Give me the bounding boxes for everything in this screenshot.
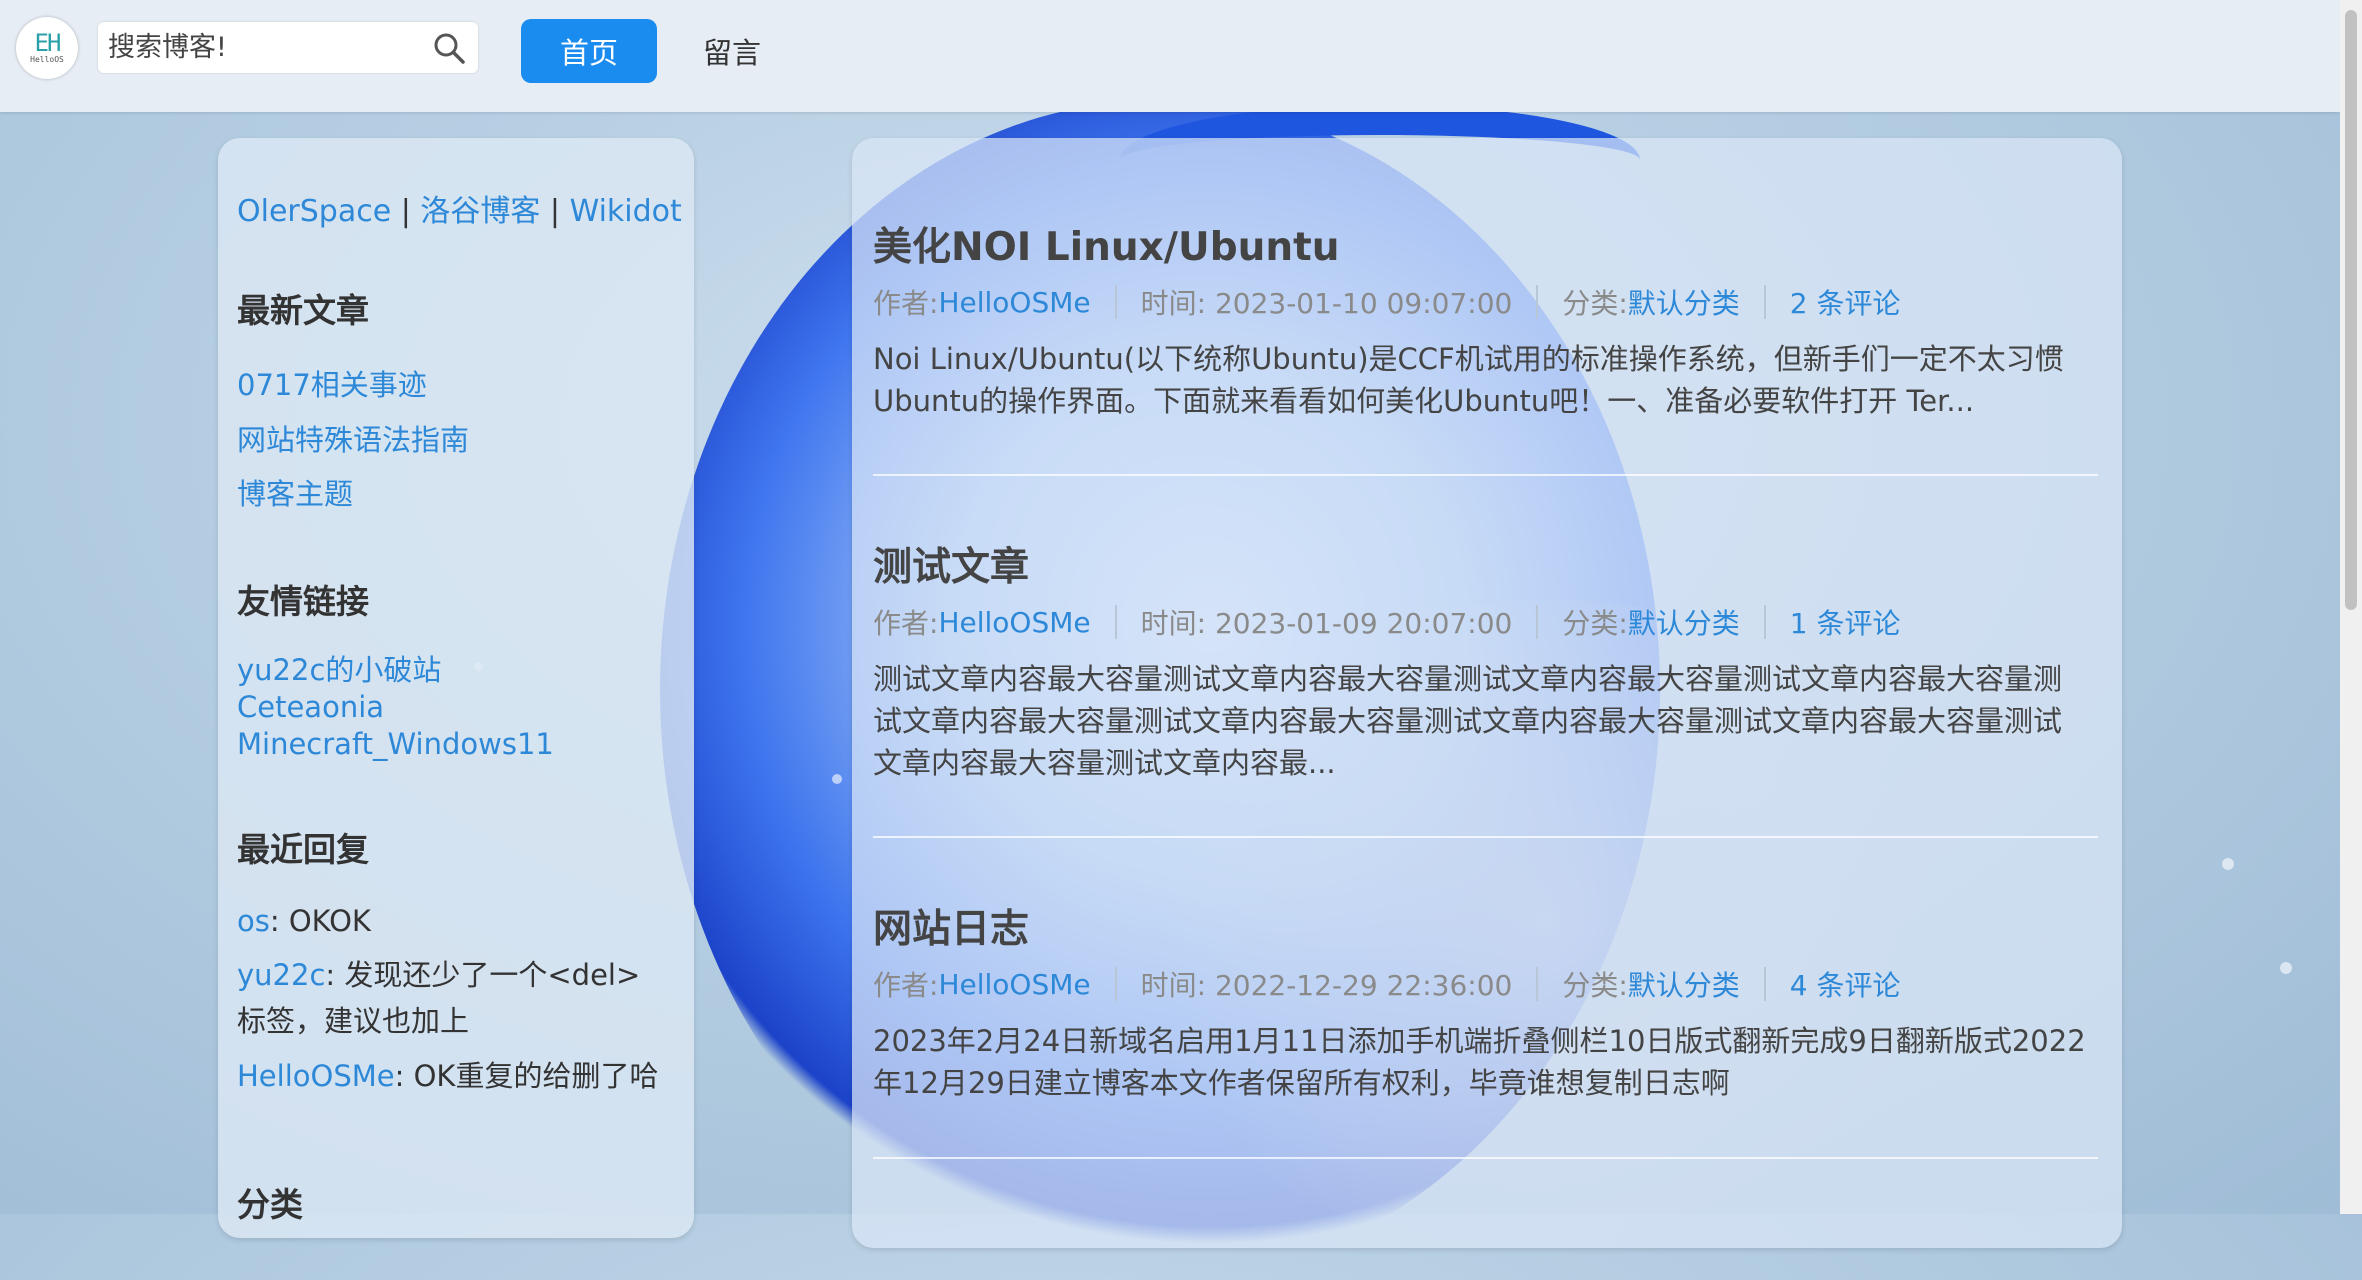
latest-post-link[interactable]: 网站特殊语法指南 bbox=[237, 417, 469, 459]
comments-link[interactable]: 1 条评论 bbox=[1790, 602, 1901, 642]
post-title-link[interactable]: 网站日志 bbox=[873, 907, 1029, 952]
nav-messages-link[interactable]: 留言 bbox=[682, 19, 782, 83]
comments-link[interactable]: 2 条评论 bbox=[1790, 282, 1901, 322]
friend-link[interactable]: Minecraft_Windows11 bbox=[237, 726, 554, 763]
sidebar-top-links: OlerSpace | 洛谷博客 | Wikidot bbox=[237, 186, 682, 230]
category-link[interactable]: 默认分类 bbox=[1628, 964, 1740, 1004]
post-divider bbox=[873, 836, 2098, 838]
link-wikidot[interactable]: Wikidot bbox=[570, 194, 682, 229]
meta-divider bbox=[1536, 285, 1539, 319]
category-link[interactable]: 默认分类 bbox=[1628, 282, 1740, 322]
post-meta: 作者: HelloOSMe 时间: 2023-01-10 09:07:00 分类… bbox=[873, 280, 2103, 324]
recent-reply: yu22c: 发现还少了一个<del>标签，建议也加上 bbox=[237, 952, 667, 1044]
post-meta: 作者: HelloOSMe 时间: 2022-12-29 22:36:00 分类… bbox=[873, 962, 2103, 1006]
post-list: 美化NOI Linux/Ubuntu 作者: HelloOSMe 时间: 202… bbox=[852, 138, 2122, 1248]
reply-user-link[interactable]: yu22c bbox=[237, 958, 325, 992]
reply-text: : OK重复的给删了哈 bbox=[394, 1059, 659, 1093]
friend-links-heading: 友情链接 bbox=[237, 582, 369, 621]
background-dot bbox=[2280, 962, 2292, 974]
post-divider bbox=[873, 1157, 2098, 1159]
background-dot bbox=[2222, 858, 2234, 870]
meta-divider bbox=[1114, 967, 1117, 1001]
meta-divider bbox=[1763, 967, 1766, 1001]
category-link[interactable]: 默认分类 bbox=[1628, 602, 1740, 642]
meta-divider bbox=[1763, 285, 1766, 319]
background-dot bbox=[832, 774, 842, 784]
latest-posts-heading: 最新文章 bbox=[237, 291, 369, 330]
link-separator: | bbox=[400, 194, 411, 229]
post-time: 时间: 2023-01-10 09:07:00 bbox=[1140, 287, 1513, 320]
categories-heading: 分类 bbox=[237, 1185, 303, 1224]
logo-mark: EH bbox=[34, 29, 62, 57]
recent-replies-heading: 最近回复 bbox=[237, 830, 369, 869]
author-label: 作者: bbox=[873, 287, 939, 320]
link-olerspace[interactable]: OlerSpace bbox=[237, 194, 391, 229]
link-separator: | bbox=[549, 194, 561, 229]
comments-link[interactable]: 4 条评论 bbox=[1790, 964, 1901, 1004]
nav-home-button[interactable]: 首页 bbox=[521, 19, 657, 83]
post-meta: 作者: HelloOSMe 时间: 2023-01-09 20:07:00 分类… bbox=[873, 600, 2103, 644]
scrollbar-thumb[interactable] bbox=[2345, 10, 2357, 610]
post-time: 时间: 2023-01-09 20:07:00 bbox=[1140, 607, 1513, 640]
author-link[interactable]: HelloOSMe bbox=[938, 286, 1090, 319]
post-excerpt: 测试文章内容最大容量测试文章内容最大容量测试文章内容最大容量测试文章内容最大容量… bbox=[873, 662, 2063, 780]
post-divider bbox=[873, 474, 2098, 476]
sidebar: OlerSpace | 洛谷博客 | Wikidot 最新文章 0717相关事迹… bbox=[218, 138, 694, 1238]
search-input[interactable] bbox=[98, 22, 418, 73]
post-card: 美化NOI Linux/Ubuntu 作者: HelloOSMe 时间: 202… bbox=[873, 222, 2103, 422]
post-title-link[interactable]: 测试文章 bbox=[873, 545, 1029, 590]
author-label: 作者: bbox=[873, 969, 939, 1002]
post-excerpt: Noi Linux/Ubuntu(以下统称Ubuntu)是CCF机试用的标准操作… bbox=[873, 342, 2064, 418]
recent-reply: os: OKOK bbox=[237, 898, 667, 944]
friend-link[interactable]: Ceteaonia bbox=[237, 689, 384, 726]
meta-divider bbox=[1763, 605, 1766, 639]
latest-post-link[interactable]: 0717相关事迹 bbox=[237, 362, 427, 404]
post-excerpt: 2023年2月24日新域名启用1月11日添加手机端折叠侧栏10日版式翻新完成9日… bbox=[873, 1024, 2086, 1100]
post-title-link[interactable]: 美化NOI Linux/Ubuntu bbox=[873, 225, 1340, 270]
reply-user-link[interactable]: os bbox=[237, 904, 270, 938]
author-link[interactable]: HelloOSMe bbox=[938, 606, 1090, 639]
category-label: 分类: bbox=[1562, 287, 1628, 320]
friend-link[interactable]: yu22c的小破站 bbox=[237, 652, 441, 689]
logo-subtitle: HelloOS bbox=[30, 55, 64, 64]
meta-divider bbox=[1536, 605, 1539, 639]
top-navbar: EH HelloOS 首页 留言 bbox=[0, 0, 2340, 112]
site-logo[interactable]: EH HelloOS bbox=[16, 17, 78, 79]
search-box bbox=[98, 22, 478, 73]
post-card: 测试文章 作者: HelloOSMe 时间: 2023-01-09 20:07:… bbox=[873, 542, 2103, 784]
search-icon[interactable] bbox=[432, 31, 466, 65]
meta-divider bbox=[1114, 605, 1117, 639]
meta-divider bbox=[1114, 285, 1117, 319]
page-scrollbar[interactable] bbox=[2340, 0, 2362, 1214]
category-label: 分类: bbox=[1562, 969, 1628, 1002]
reply-user-link[interactable]: HelloOSMe bbox=[237, 1059, 395, 1093]
category-label: 分类: bbox=[1562, 607, 1628, 640]
meta-divider bbox=[1536, 967, 1539, 1001]
author-label: 作者: bbox=[873, 607, 939, 640]
post-time: 时间: 2022-12-29 22:36:00 bbox=[1140, 969, 1513, 1002]
latest-post-link[interactable]: 博客主题 bbox=[237, 471, 353, 513]
link-luogu-blog[interactable]: 洛谷博客 bbox=[420, 194, 540, 229]
author-link[interactable]: HelloOSMe bbox=[938, 968, 1090, 1001]
reply-text: : OKOK bbox=[269, 904, 371, 938]
post-card: 网站日志 作者: HelloOSMe 时间: 2022-12-29 22:36:… bbox=[873, 904, 2103, 1104]
recent-reply: HelloOSMe: OK重复的给删了哈 bbox=[237, 1053, 667, 1099]
